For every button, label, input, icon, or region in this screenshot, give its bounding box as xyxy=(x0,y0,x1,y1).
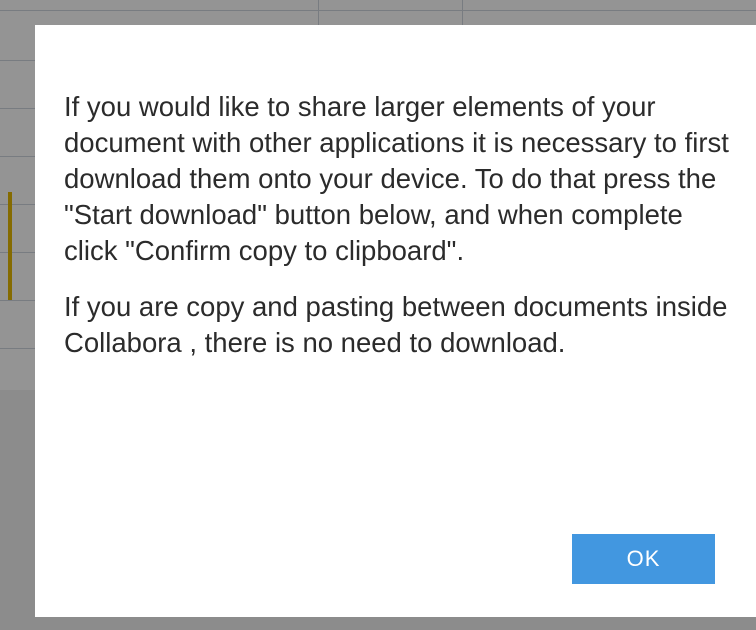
clipboard-info-dialog: If you would like to share larger elemen… xyxy=(35,25,756,617)
dialog-message: If you would like to share larger elemen… xyxy=(64,89,734,361)
dialog-paragraph-no-download-needed: If you are copy and pasting between docu… xyxy=(64,291,728,358)
ok-button[interactable]: OK xyxy=(572,534,715,584)
dialog-paragraph-download-info: If you would like to share larger elemen… xyxy=(64,91,729,266)
